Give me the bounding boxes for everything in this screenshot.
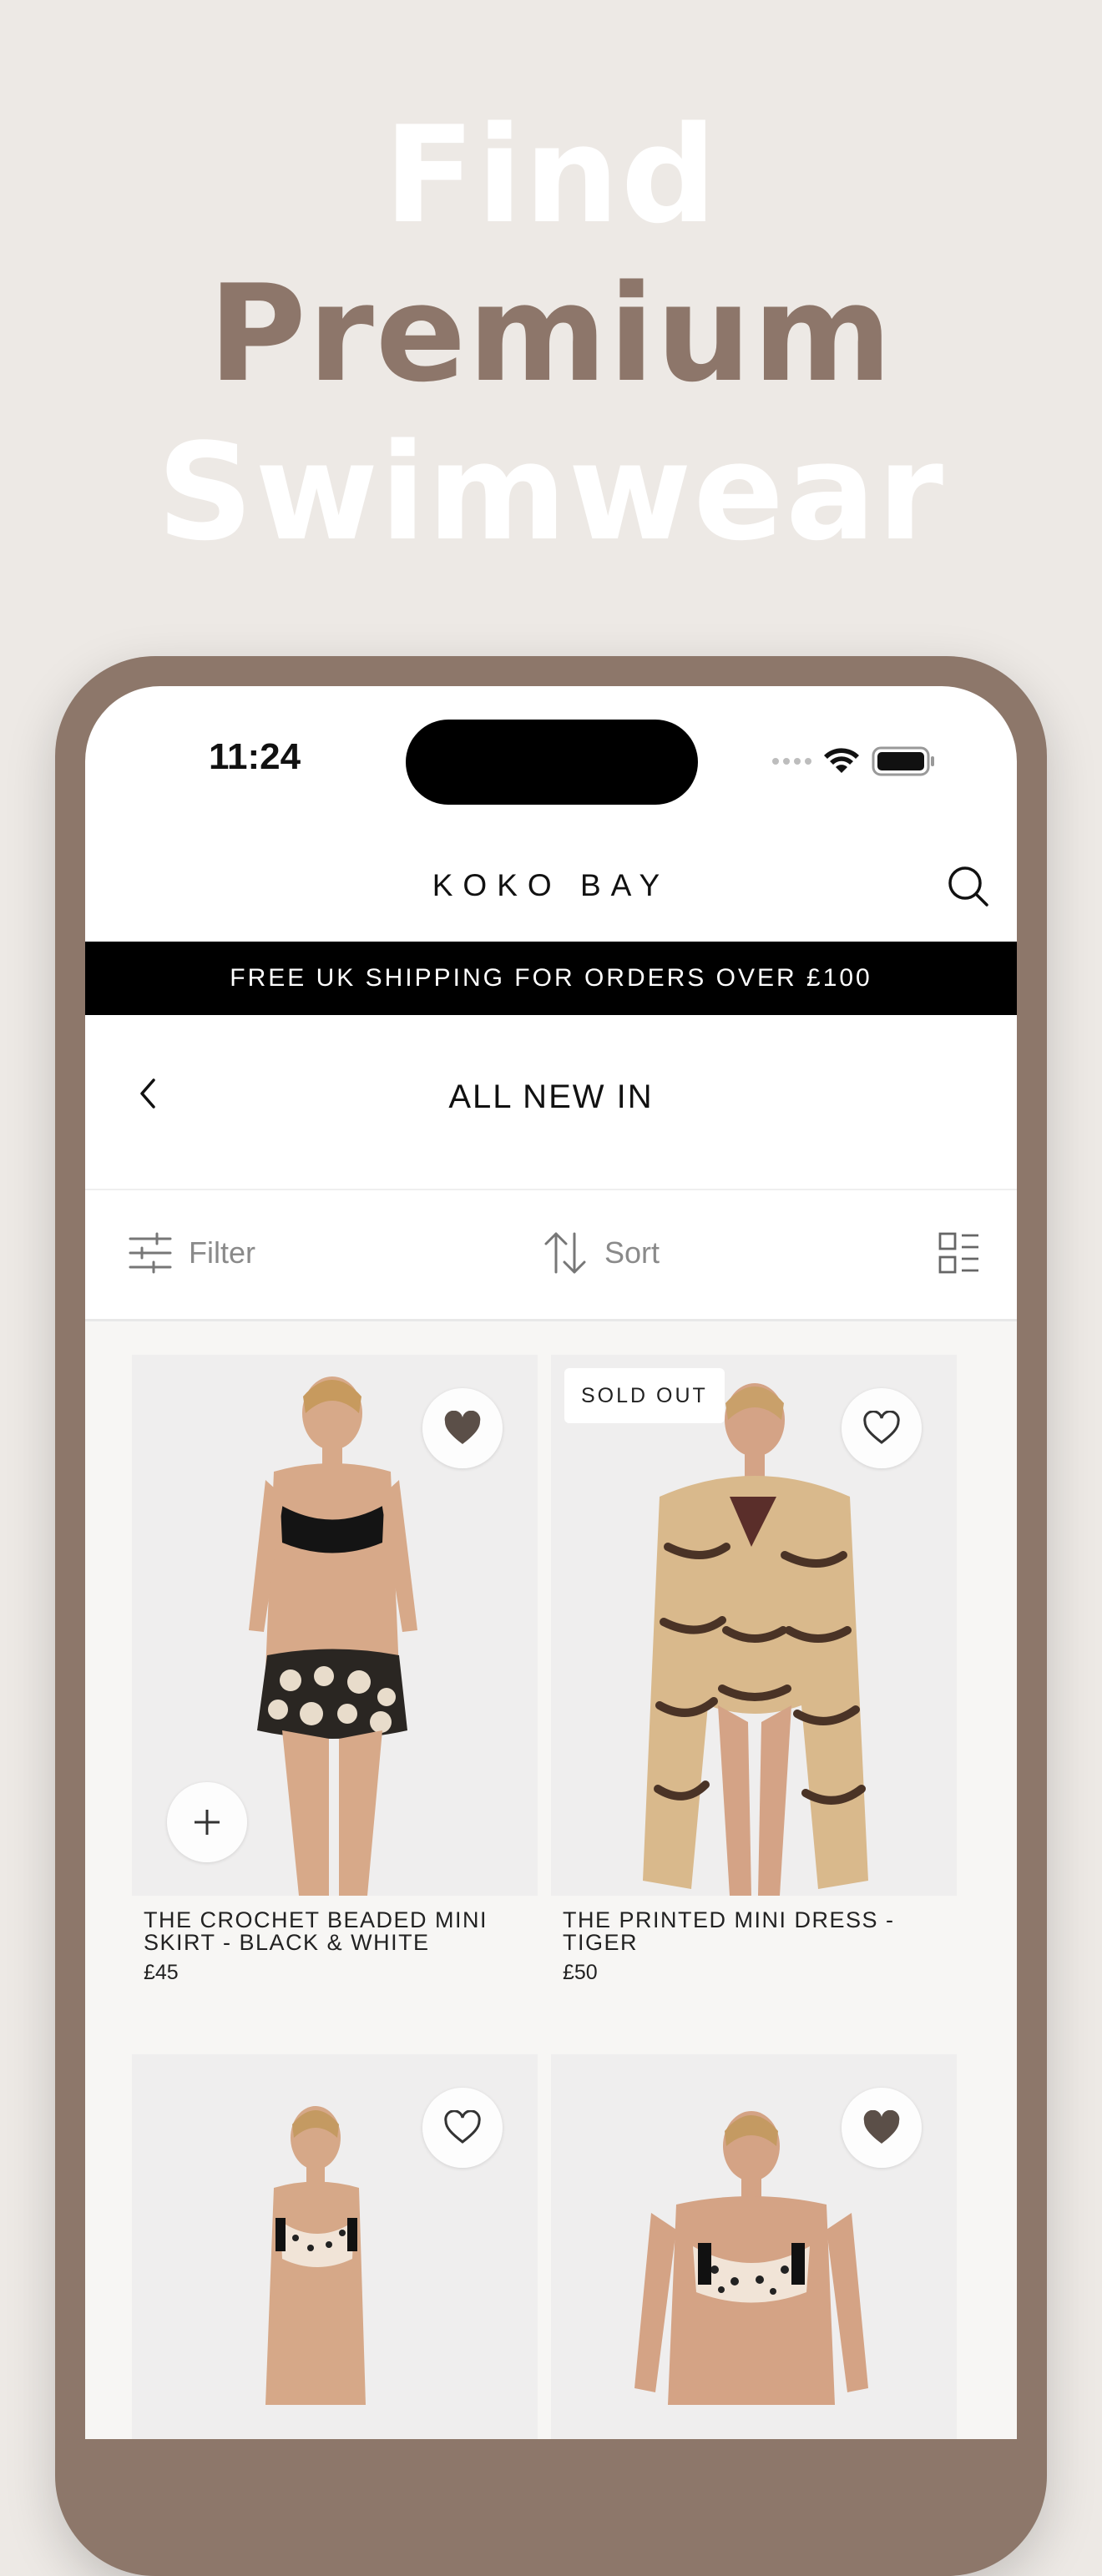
sort-arrows-icon	[544, 1232, 586, 1274]
page-title: ALL NEW IN	[448, 1078, 654, 1115]
toolbar: Filter Sort	[85, 1190, 1017, 1316]
heart-outline-icon	[863, 1411, 900, 1444]
product-name[interactable]: THE CROCHET BEADED MINI SKIRT - BLACK & …	[144, 1909, 528, 1954]
headline-line-3: Swimwear	[157, 414, 945, 570]
phone-screen: 11:24 KOKO BAY FREE UK SHIPPING FOR ORDE…	[85, 686, 1017, 2439]
filter-button[interactable]: Filter	[129, 1232, 255, 1274]
favorite-button[interactable]	[422, 2088, 503, 2168]
wifi-icon	[824, 748, 859, 773]
quick-add-button[interactable]	[167, 1782, 247, 1862]
grid-view-icon[interactable]	[938, 1232, 980, 1274]
status-icons	[772, 745, 935, 778]
headline-line-2: Premium	[208, 255, 894, 412]
battery-icon	[872, 746, 934, 776]
favorite-button[interactable]	[422, 1388, 503, 1468]
dynamic-island	[406, 720, 698, 805]
filter-label: Filter	[189, 1235, 255, 1270]
favorite-button[interactable]	[842, 1388, 922, 1468]
sort-button[interactable]: Sort	[543, 1230, 660, 1275]
search-icon[interactable]	[947, 865, 990, 908]
headline-line-1: Find	[383, 97, 719, 253]
sold-out-badge: SOLD OUT	[564, 1368, 725, 1423]
heart-filled-icon	[863, 2110, 900, 2144]
sort-label: Sort	[604, 1235, 660, 1270]
heart-filled-icon	[444, 1411, 481, 1444]
promo-banner: FREE UK SHIPPING FOR ORDERS OVER £100	[85, 942, 1017, 1015]
plus-icon	[195, 1810, 220, 1835]
product-grid: THE CROCHET BEADED MINI SKIRT - BLACK & …	[85, 1321, 1017, 2439]
heart-outline-icon	[444, 2110, 481, 2144]
favorite-button[interactable]	[842, 2088, 922, 2168]
filter-sliders-icon	[129, 1232, 172, 1274]
status-time: 11:24	[209, 736, 301, 777]
brand-logo[interactable]: KOKO BAY	[85, 868, 1017, 903]
product-name[interactable]: THE PRINTED MINI DRESS - TIGER	[563, 1909, 947, 1954]
product-price: £45	[144, 1961, 179, 1984]
product-price: £50	[563, 1961, 598, 1984]
signal-icon	[772, 758, 811, 765]
